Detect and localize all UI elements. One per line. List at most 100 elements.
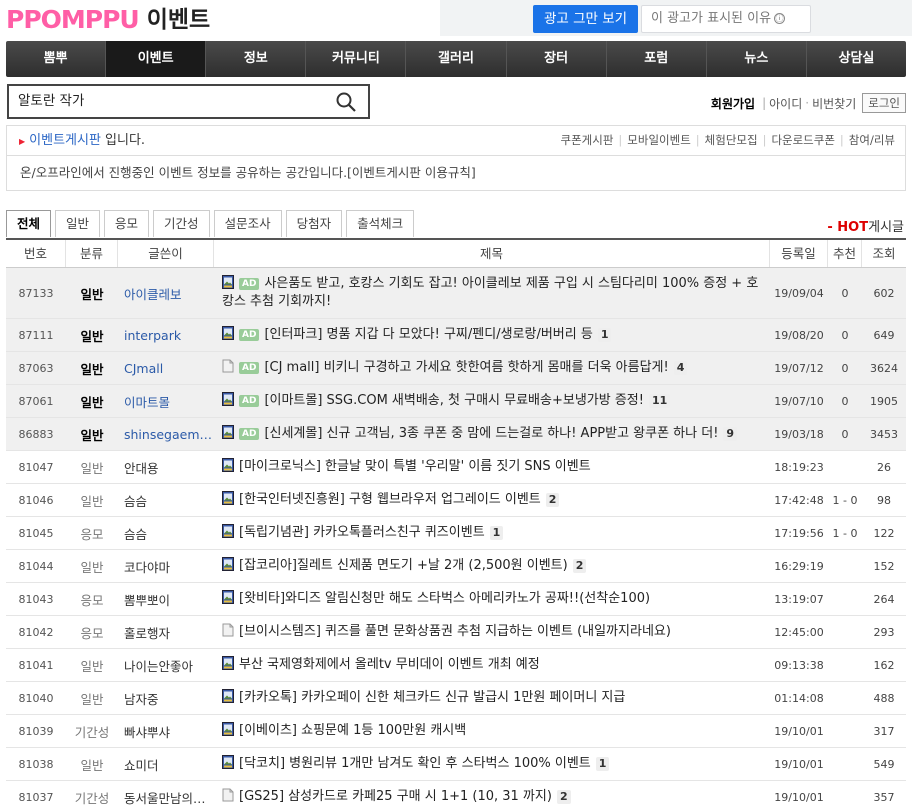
board-link[interactable]: 다운로드쿠폰 (771, 133, 834, 147)
board-link[interactable]: 쿠폰게시판 (561, 133, 614, 147)
nav-item-8[interactable]: 상담실 (805, 41, 906, 77)
post-title-link[interactable]: [이마트몰] SSG.COM 새벽배송, 첫 구매시 무료배송+보냉가방 증정! (264, 393, 644, 408)
post-author[interactable]: interpark (118, 328, 214, 343)
nav-item-0[interactable]: 뽐뿌 (6, 41, 105, 77)
table-row[interactable]: 81037 기간성 동서울만남의광장 [GS25] 삼성카드로 카페25 구매 시 1… (6, 781, 906, 809)
table-row[interactable]: 81041 일반 나이는안좋아 부산 국제영화제에서 올레tv 무비데이 이벤트 개최… (6, 649, 906, 682)
nav-item-2[interactable]: 정보 (205, 41, 305, 77)
post-title-link[interactable]: [독립기념관] 카카오톡플러스친구 퀴즈이벤트 (239, 525, 485, 540)
comment-count[interactable]: 2 (556, 790, 571, 804)
post-title-link[interactable]: [GS25] 삼성카드로 카페25 구매 시 1+1 (10, 31 까지) (239, 789, 552, 804)
find-pw-link[interactable]: 비번찾기 (812, 95, 856, 112)
post-author[interactable]: 빠샤뿌샤 (118, 722, 214, 741)
post-author[interactable]: 코다야마 (118, 557, 214, 576)
arrow-icon: ▶ (19, 137, 26, 146)
post-author[interactable]: 슴슴 (118, 524, 214, 543)
nav-item-7[interactable]: 뉴스 (705, 41, 806, 77)
table-row[interactable]: 81046 일반 슴슴 [한국인터넷진흥원] 구형 웹브라우저 업그레이드 이벤트 2 1… (6, 484, 906, 517)
table-row[interactable]: 81042 응모 홀로행자 [브이시스템즈] 퀴즈를 풀면 문화상품권 추첨 지급하는… (6, 616, 906, 649)
hot-rest: 게시글 (868, 220, 904, 235)
post-title-link[interactable]: [한국인터넷진흥원] 구형 웹브라우저 업그레이드 이벤트 (239, 492, 541, 507)
hot-posts-link[interactable]: - HOT게시글 (827, 216, 904, 235)
post-title-link[interactable]: [마이크로닉스] 한글날 맞이 특별 '우리말' 이름 짓기 SNS 이벤트 (239, 459, 591, 474)
board-link[interactable]: 참여/리뷰 (849, 133, 895, 147)
post-title-cell: [이베이츠] 쇼핑문예 1등 100만원 캐시백 (214, 716, 770, 746)
post-author[interactable]: 안대용 (118, 458, 214, 477)
image-icon (222, 326, 234, 340)
tab-4[interactable]: 설문조사 (213, 210, 282, 237)
tab-5[interactable]: 당첨자 (285, 210, 343, 237)
why-ad-button[interactable]: 이 광고가 표시된 이유 ⓘ (641, 5, 811, 33)
table-row[interactable]: 87133 일반 아이클레보 AD 사은품도 받고, 호캉스 기회도 잡고! 아이클레보… (6, 268, 906, 319)
table-row[interactable]: 81039 기간성 빠샤뿌샤 [이베이츠] 쇼핑문예 1등 100만원 캐시백 19/1… (6, 715, 906, 748)
post-author[interactable]: 남자중 (118, 689, 214, 708)
comment-count[interactable]: 4 (673, 361, 688, 375)
post-title-link[interactable]: [카카오톡] 카카오페이 신한 체크카드 신규 발급시 1만원 페이머니 지급 (239, 690, 625, 705)
search-icon[interactable] (336, 92, 356, 112)
tab-0[interactable]: 전체 (6, 210, 52, 237)
post-number: 81042 (18, 625, 54, 639)
post-author[interactable]: CJmall (118, 361, 214, 376)
tab-6[interactable]: 출석체크 (346, 210, 415, 237)
nav-item-5[interactable]: 장터 (505, 41, 606, 77)
post-title-link[interactable]: [이베이츠] 쇼핑문예 1등 100만원 캐시백 (239, 723, 466, 738)
comment-count[interactable]: 9 (723, 427, 738, 441)
board-link[interactable]: 모바일이벤트 (627, 133, 690, 147)
post-title-cell: [GS25] 삼성카드로 카페25 구매 시 1+1 (10, 31 까지) 2 (214, 782, 770, 809)
table-row[interactable]: 87061 일반 이마트몰 AD [이마트몰] SSG.COM 새벽배송, 첫 구매시 … (6, 385, 906, 418)
post-author[interactable]: 슴슴 (118, 491, 214, 510)
post-author[interactable]: 뽐뿌뽀이 (118, 590, 214, 609)
find-id-link[interactable]: 아이디 (769, 95, 802, 112)
table-row[interactable]: 81040 일반 남자중 [카카오톡] 카카오페이 신한 체크카드 신규 발급시 1만… (6, 682, 906, 715)
post-author[interactable]: shinsegaemall (118, 427, 214, 442)
comment-count[interactable]: 1 (489, 526, 504, 540)
post-title-link[interactable]: 사은품도 받고, 호캉스 기회도 잡고! 아이클레보 제품 구입 시 스팀다리미… (222, 276, 758, 309)
post-author[interactable]: 아이클레보 (118, 284, 214, 303)
post-title-link[interactable]: [잡코리아]질레트 신제품 면도기 +날 2개 (2,500원 이벤트) (239, 558, 568, 573)
nav-item-3[interactable]: 커뮤니티 (305, 41, 405, 77)
join-link[interactable]: 회원가입 (711, 95, 755, 112)
post-author[interactable]: 동서울만남의광장 (118, 788, 214, 807)
search-box[interactable]: 알토란 작가 (7, 84, 370, 119)
board-link[interactable]: 체험단모집 (705, 133, 758, 147)
comment-count[interactable]: 2 (545, 493, 560, 507)
post-author[interactable]: 나이는안좋아 (118, 656, 214, 675)
post-title-link[interactable]: [닥코치] 병원리뷰 1개만 남겨도 확인 후 스타벅스 100% 이벤트 (239, 756, 591, 771)
post-recommend: 1 - 0 (832, 526, 858, 540)
nav-item-4[interactable]: 갤러리 (405, 41, 505, 77)
table-row[interactable]: 81047 일반 안대용 [마이크로닉스] 한글날 맞이 특별 '우리말' 이름 짓기… (6, 451, 906, 484)
table-row[interactable]: 81045 응모 슴슴 [독립기념관] 카카오톡플러스친구 퀴즈이벤트 1 17:19:5… (6, 517, 906, 550)
post-author[interactable]: 쇼미더 (118, 755, 214, 774)
search-input[interactable]: 알토란 작가 (18, 86, 84, 117)
table-row[interactable]: 86883 일반 shinsegaemall AD [신세계몰] 신규 고객님, 3종 … (6, 418, 906, 451)
post-title-link[interactable]: [신세계몰] 신규 고객님, 3종 쿠폰 중 맘에 드는걸로 하나! APP받고… (264, 426, 718, 441)
tab-2[interactable]: 응모 (104, 210, 150, 237)
nav-item-6[interactable]: 포럼 (605, 41, 706, 77)
site-logo[interactable]: PPOMPPU 이벤트 (6, 5, 210, 35)
post-date: 13:19:07 (774, 592, 824, 606)
comment-count[interactable]: 2 (572, 559, 587, 573)
post-author[interactable]: 홀로행자 (118, 623, 214, 642)
board-name[interactable]: 이벤트게시판 (29, 133, 101, 148)
post-title-link[interactable]: [왓비타]와디즈 알림신청만 해도 스타벅스 아메리카노가 공짜!!(선착순10… (239, 591, 650, 606)
post-date: 19/10/01 (774, 790, 824, 804)
nav-item-1[interactable]: 이벤트 (105, 41, 206, 77)
post-title-link[interactable]: [CJ mall] 비키니 구경하고 가세요 핫한여름 핫하게 몸매를 더욱 아… (264, 360, 668, 375)
table-row[interactable]: 81038 일반 쇼미더 [닥코치] 병원리뷰 1개만 남겨도 확인 후 스타벅스 1… (6, 748, 906, 781)
table-row[interactable]: 87063 일반 CJmall AD [CJ mall] 비키니 구경하고 가세요 핫한… (6, 352, 906, 385)
tab-1[interactable]: 일반 (55, 210, 101, 237)
login-button[interactable]: 로그인 (862, 93, 906, 113)
comment-count[interactable]: 1 (597, 328, 612, 342)
post-title-link[interactable]: 부산 국제영화제에서 올레tv 무비데이 이벤트 개최 예정 (239, 657, 540, 672)
post-title-link[interactable]: [브이시스템즈] 퀴즈를 풀면 문화상품권 추첨 지급하는 이벤트 (내일까지라… (239, 624, 671, 639)
post-date: 19/03/18 (774, 427, 824, 441)
table-row[interactable]: 81043 응모 뽐뿌뽀이 [왓비타]와디즈 알림신청만 해도 스타벅스 아메리카노가… (6, 583, 906, 616)
table-row[interactable]: 81044 일반 코다야마 [잡코리아]질레트 신제품 면도기 +날 2개 (2,50… (6, 550, 906, 583)
tab-3[interactable]: 기간성 (153, 210, 210, 237)
comment-count[interactable]: 11 (648, 394, 671, 408)
post-author[interactable]: 이마트몰 (118, 392, 214, 411)
stop-ad-button[interactable]: 광고 그만 보기 (533, 5, 638, 33)
table-row[interactable]: 87111 일반 interpark AD [인터파크] 명품 지갑 다 모았다! 구찌… (6, 319, 906, 352)
post-title-link[interactable]: [인터파크] 명품 지갑 다 모았다! 구찌/펜디/생로랑/버버리 등 (264, 327, 592, 342)
comment-count[interactable]: 1 (595, 757, 610, 771)
